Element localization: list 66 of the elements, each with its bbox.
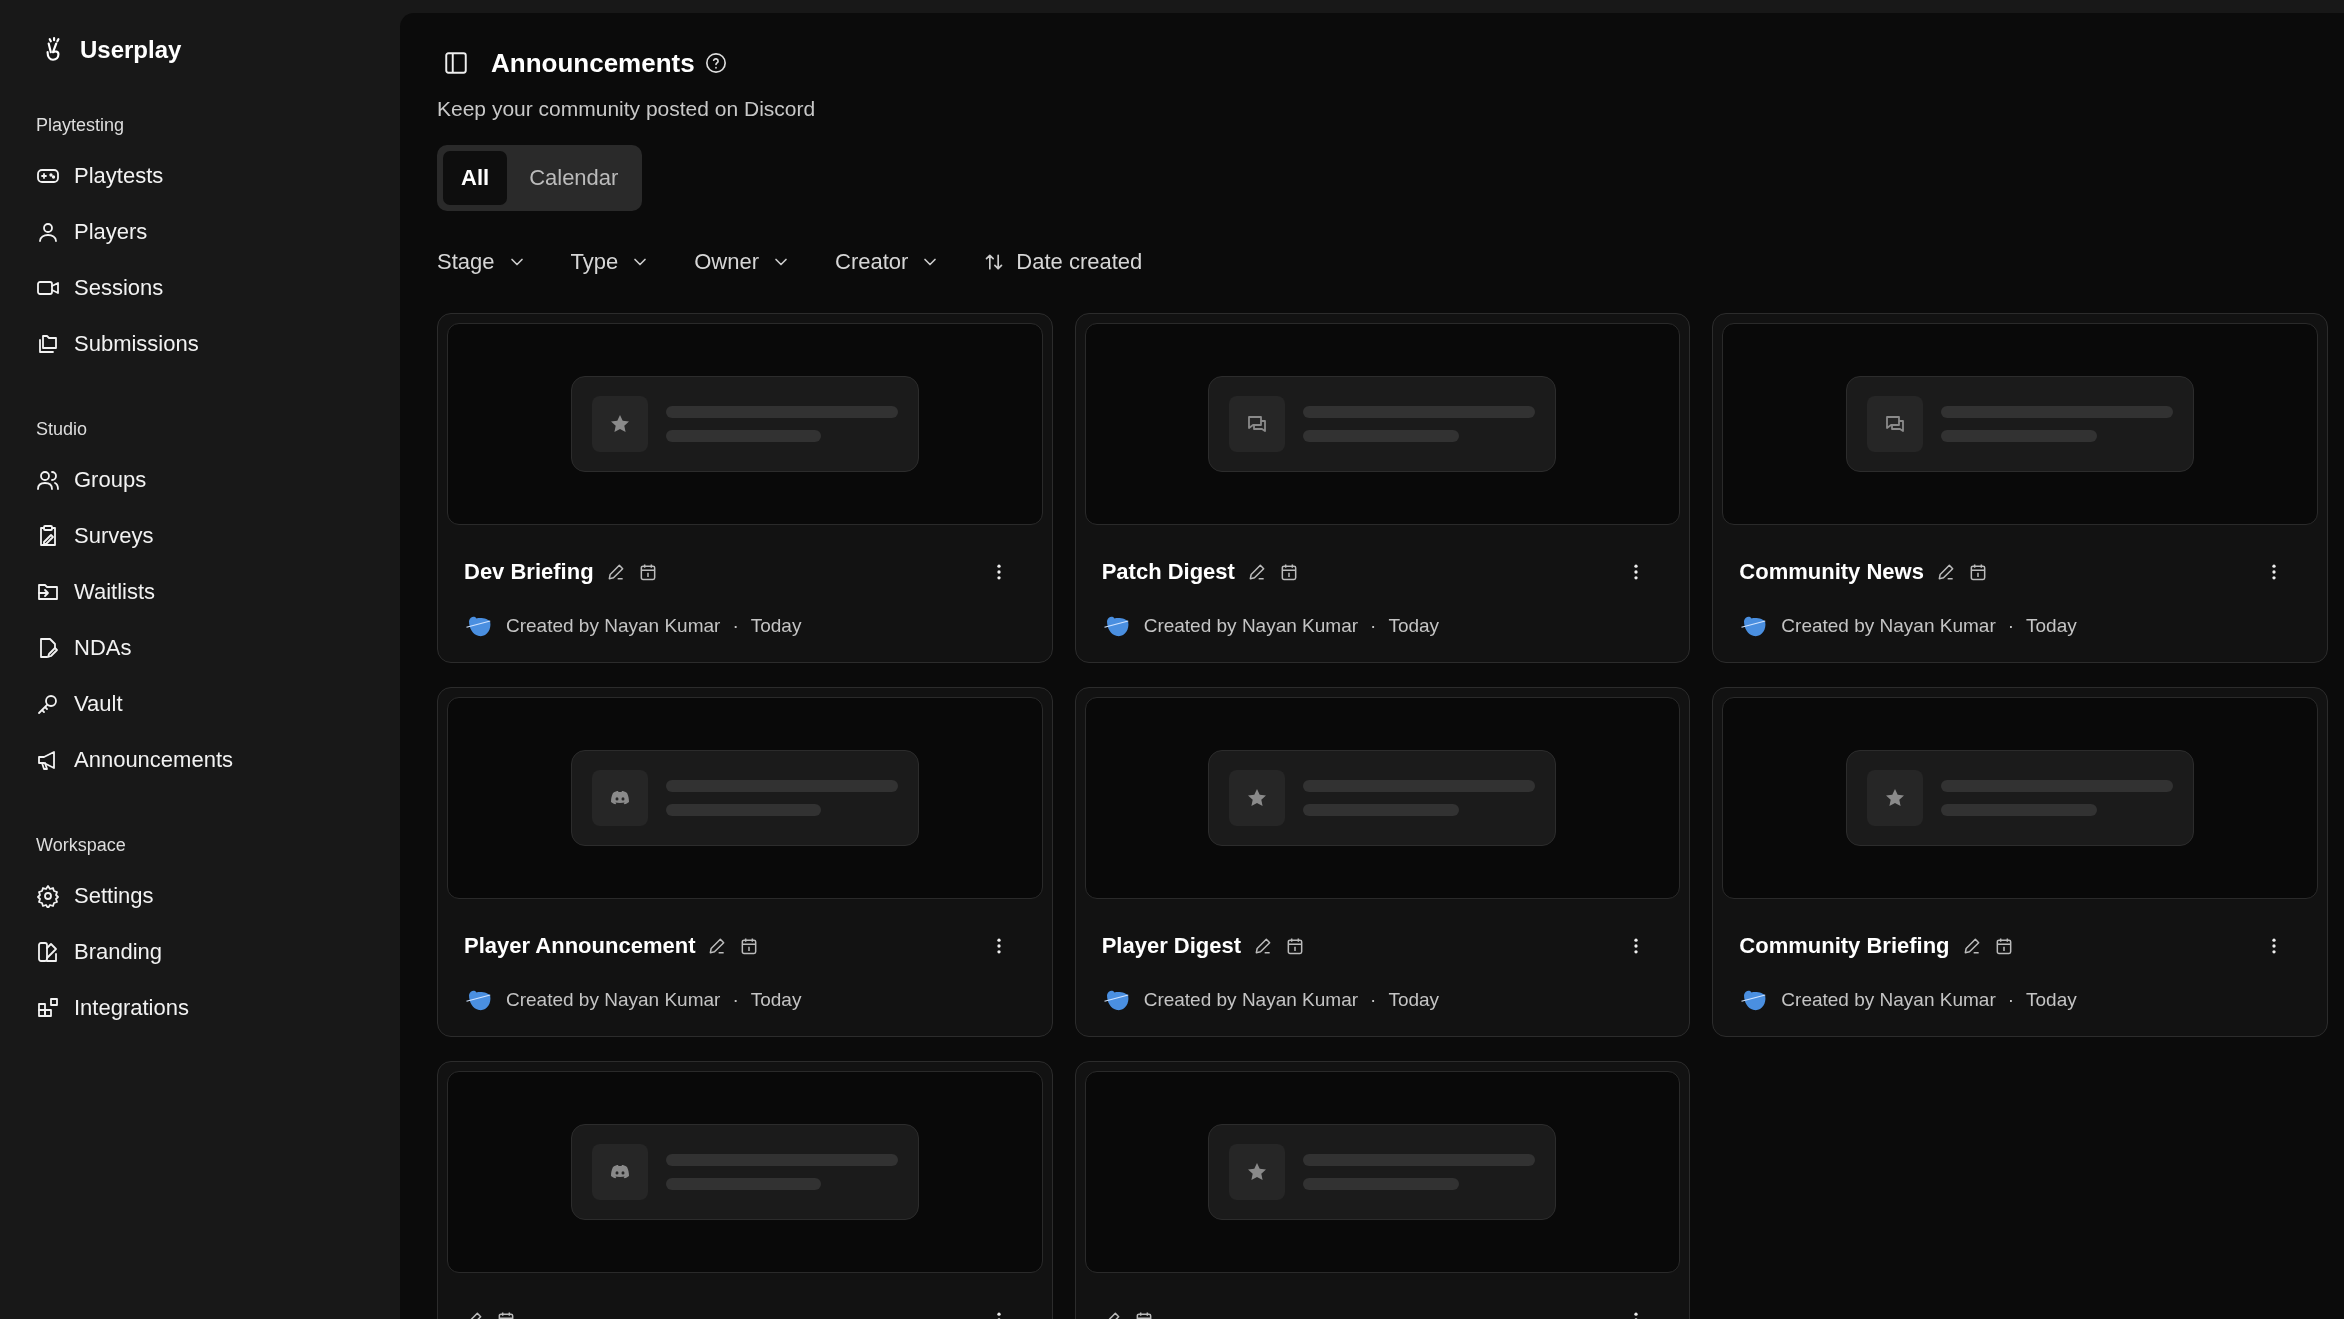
separator-dot: · (1369, 989, 1378, 1011)
byline: Created by Nayan Kumar (1781, 989, 1996, 1011)
page-subtitle: Keep your community posted on Discord (437, 97, 817, 121)
sidebar-item[interactable]: Players (36, 204, 148, 260)
filter-button[interactable]: Stage (437, 245, 527, 279)
sidebar-item[interactable]: Branding (36, 924, 163, 980)
gear-icon (36, 884, 60, 908)
sidebar-item[interactable]: Waitlists (36, 564, 156, 620)
card-title: Community Briefing (1739, 933, 1950, 959)
filter-button[interactable]: Owner (694, 245, 791, 279)
sidebar-item[interactable]: Submissions (36, 316, 199, 372)
view-tab[interactable]: Calendar (511, 151, 637, 205)
filter-button[interactable]: Date created (984, 245, 1143, 279)
card-title: Community News (1739, 559, 1924, 585)
announcement-card[interactable]: Player Digest Created by Nayan Kumar · Today (1074, 687, 1691, 1037)
byline: Created by Nayan Kumar (1143, 615, 1359, 637)
announcement-card[interactable]: Player Announcement Created by Nayan Kumar · Today (437, 687, 1053, 1037)
folders-icon (36, 332, 60, 356)
filter-button[interactable]: Creator (835, 245, 941, 279)
separator-dot: · (2006, 989, 2016, 1011)
sidebar-item[interactable]: Surveys (36, 508, 154, 564)
view-tab[interactable]: All (443, 151, 508, 205)
card-title: Player Digest (1101, 933, 1242, 959)
separator-dot: · (731, 989, 740, 1011)
sidebar-item[interactable]: Settings (36, 868, 154, 924)
palette-icon (36, 940, 60, 964)
users-icon (36, 468, 60, 492)
sidebar-toggle-icon[interactable] (443, 50, 469, 76)
announcement-card[interactable]: Community Briefing Created by Nayan Kumar · Today (1712, 687, 2328, 1037)
announcement-card[interactable]: Community News Created by Nayan Kumar · Today (1712, 313, 2328, 663)
section-heading: Studio (36, 418, 89, 441)
section-heading: Playtesting (36, 114, 126, 137)
help-icon[interactable] (704, 52, 727, 74)
card-title: Dev Briefing (464, 559, 594, 585)
card-title: Player Announcement (464, 933, 696, 959)
byline: Created by Nayan Kumar (1143, 989, 1359, 1011)
created-date: Today (1388, 615, 1440, 637)
byline: Created by Nayan Kumar (506, 989, 721, 1011)
sidebar-item[interactable]: NDAs (36, 620, 132, 676)
separator-dot: · (731, 615, 740, 637)
card-title: Patch Digest (1101, 559, 1235, 585)
blocks-icon (36, 996, 60, 1020)
separator-dot: · (2006, 615, 2016, 637)
separator-dot: · (1369, 615, 1378, 637)
sidebar-item[interactable]: Announcements (36, 732, 233, 788)
byline: Created by Nayan Kumar (506, 615, 721, 637)
created-date: Today (2026, 615, 2077, 637)
created-date: Today (1388, 989, 1440, 1011)
byline: Created by Nayan Kumar (1781, 615, 1996, 637)
sort-arrows-icon (984, 252, 1005, 272)
key-icon (36, 692, 60, 716)
sidebar-item[interactable]: Playtests (36, 148, 164, 204)
user-icon (36, 220, 60, 244)
sidebar-item[interactable]: Groups (36, 452, 147, 508)
brand-name: Userplay (80, 36, 182, 64)
sidebar-item[interactable]: Sessions (36, 260, 164, 316)
announcement-card[interactable]: Dev Briefing Created by Nayan Kumar · Today (437, 313, 1053, 663)
section-heading: Workspace (36, 834, 127, 857)
sidebar-item[interactable]: Integrations (36, 980, 189, 1036)
created-date: Today (750, 989, 802, 1011)
sidebar-item[interactable]: Vault (36, 676, 123, 732)
page-title: Announcements (491, 47, 695, 79)
created-date: Today (2026, 989, 2077, 1011)
filter-button[interactable]: Type (570, 245, 651, 279)
created-date: Today (750, 615, 802, 637)
announcement-card[interactable]: Patch Digest Created by Nayan Kumar · Today (1074, 313, 1691, 663)
